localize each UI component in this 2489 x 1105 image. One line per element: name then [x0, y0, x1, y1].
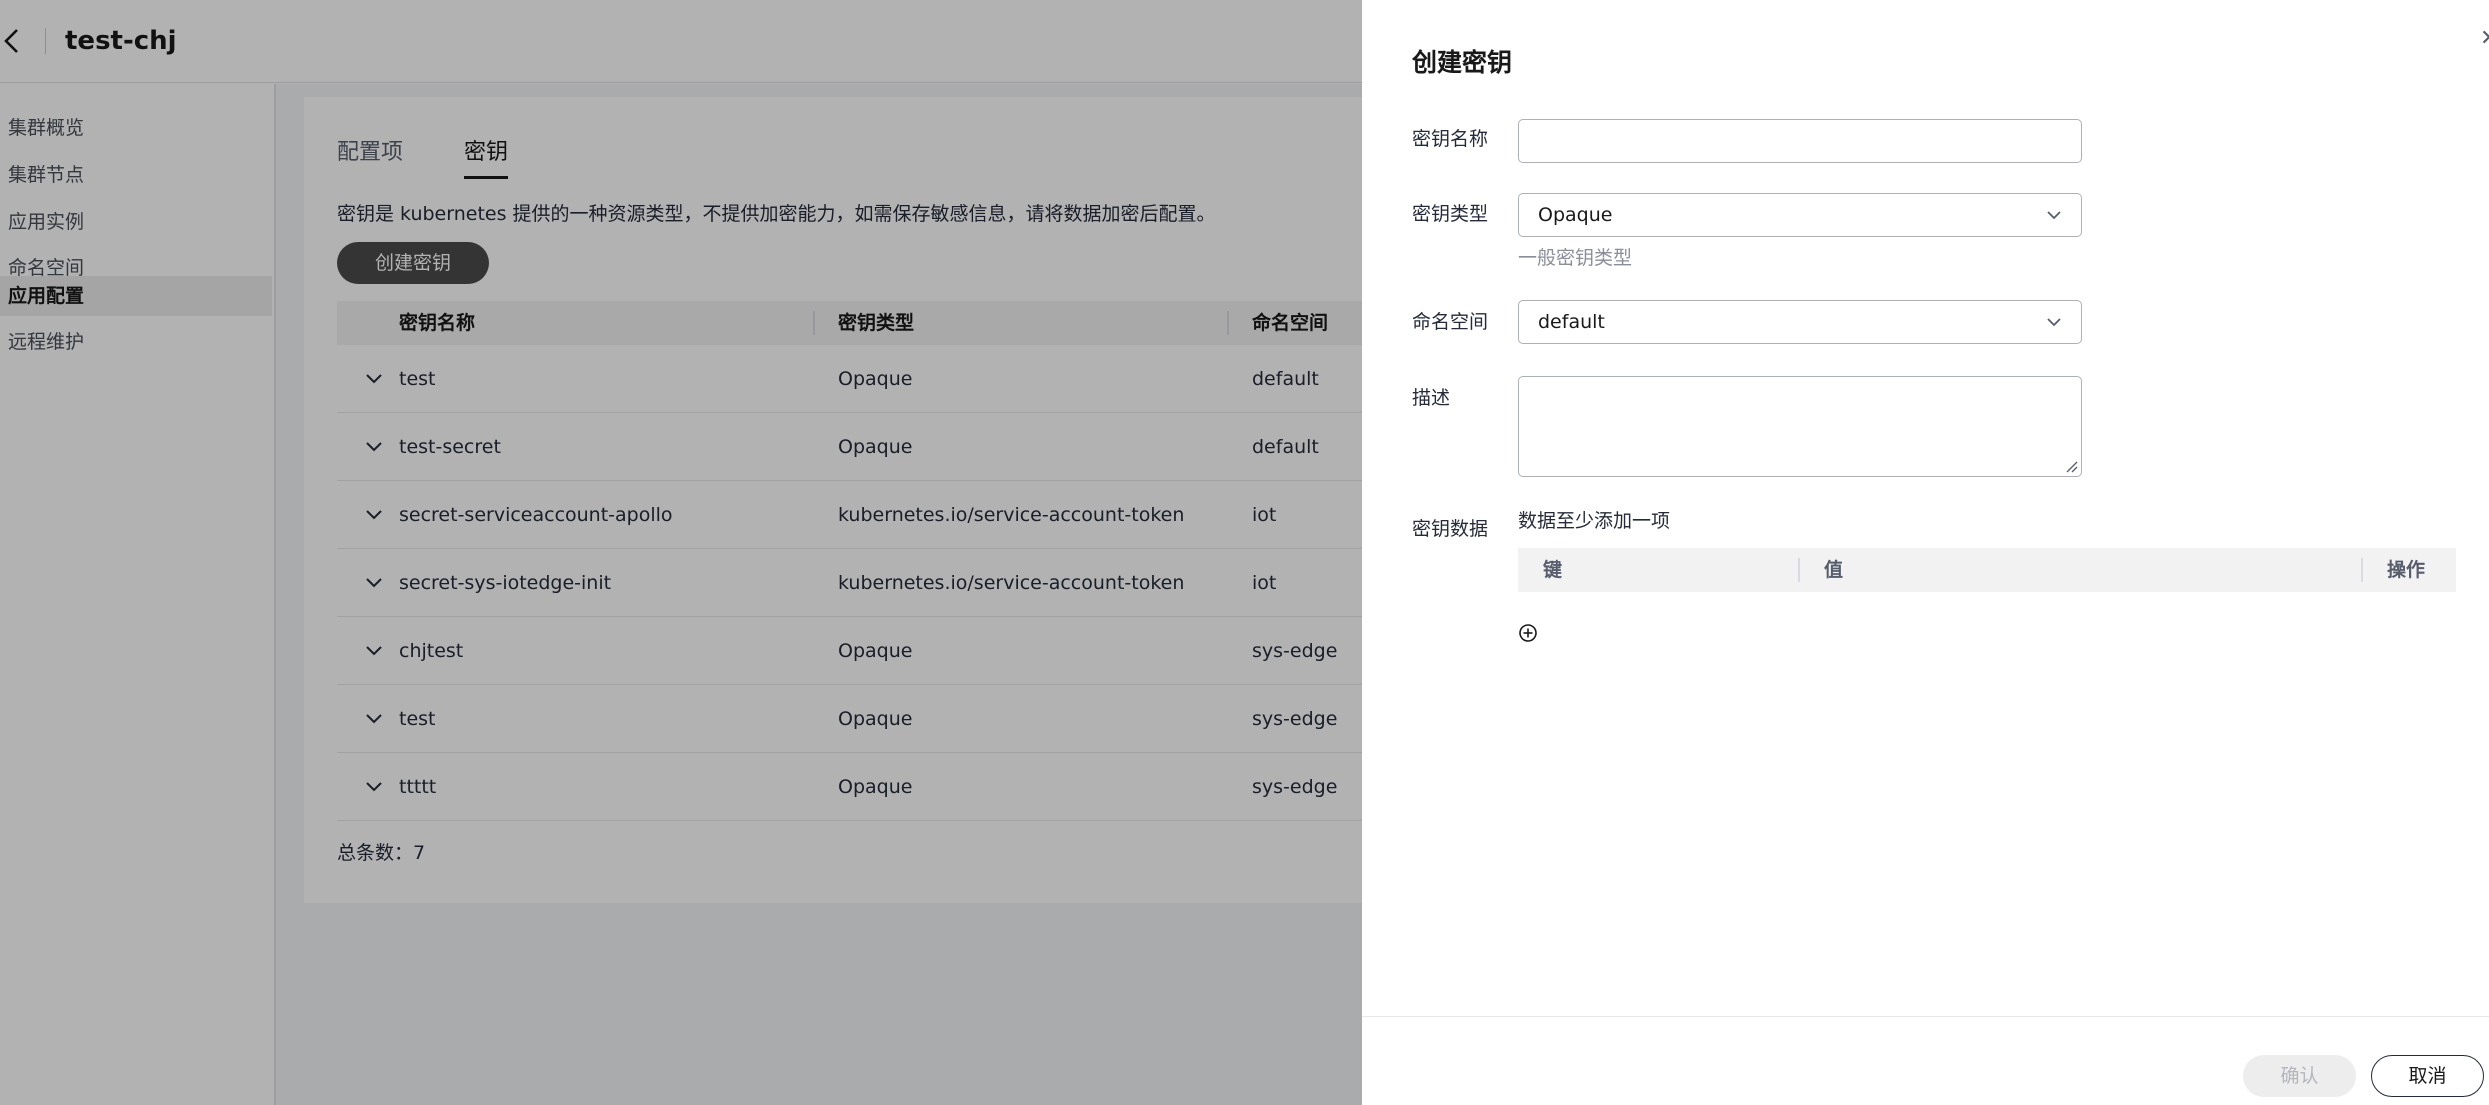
- description-textarea[interactable]: [1518, 376, 2082, 477]
- secret-type-select[interactable]: Opaque: [1518, 193, 2082, 237]
- namespace-label: 命名空间: [1412, 311, 1489, 333]
- secret-type-hint: 一般密钥类型: [1518, 247, 1633, 269]
- namespace-value: default: [1538, 311, 1605, 333]
- namespace-select[interactable]: default: [1518, 300, 2082, 344]
- secret-type-label: 密钥类型: [1412, 203, 1489, 225]
- drawer-title: 创建密钥: [1412, 48, 1513, 77]
- secret-data-table-header: 键 值 操作: [1518, 548, 2456, 592]
- chevron-down-icon: [2047, 318, 2061, 327]
- column-divider: [2361, 558, 2363, 582]
- column-header-actions: 操作: [2387, 559, 2426, 581]
- create-secret-drawer: 创建密钥 ✕ 密钥名称 密钥类型 Opaque 一般密钥类型 命名空间 defa…: [1362, 0, 2489, 1105]
- footer-divider: [1362, 1016, 2489, 1017]
- secret-name-label: 密钥名称: [1412, 128, 1489, 150]
- secret-name-input[interactable]: [1518, 119, 2082, 163]
- secret-data-label: 密钥数据: [1412, 518, 1489, 540]
- resize-handle-icon[interactable]: [2064, 459, 2078, 473]
- column-header-value: 值: [1824, 559, 1844, 581]
- confirm-button[interactable]: 确认: [2243, 1055, 2356, 1097]
- cancel-button[interactable]: 取消: [2371, 1055, 2484, 1097]
- secret-type-value: Opaque: [1538, 204, 1613, 226]
- chevron-down-icon: [2047, 211, 2061, 220]
- column-header-key: 键: [1543, 559, 1563, 581]
- description-label: 描述: [1412, 387, 1451, 409]
- secret-data-note: 数据至少添加一项: [1518, 510, 1671, 532]
- column-divider: [1798, 558, 1800, 582]
- plus-circle-icon[interactable]: [1518, 623, 1538, 643]
- close-icon[interactable]: ✕: [2480, 24, 2489, 54]
